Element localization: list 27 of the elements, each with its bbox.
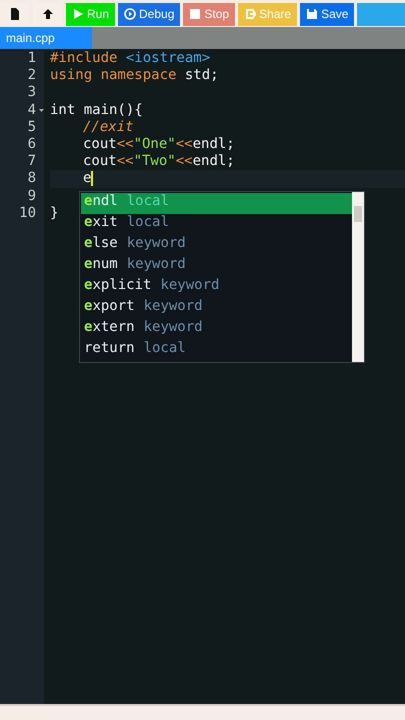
code-line: e bbox=[83, 170, 92, 188]
line-number: 7 bbox=[28, 153, 36, 170]
suggestion-item[interactable]: export keyword bbox=[81, 298, 352, 319]
line-number: 5 bbox=[28, 118, 36, 135]
suggestion-item[interactable]: return local bbox=[81, 340, 352, 361]
suggestion-item[interactable]: enum keyword bbox=[81, 256, 352, 277]
suggestion-item[interactable]: extern keyword bbox=[81, 319, 352, 340]
code-line: //exit bbox=[83, 118, 134, 136]
line-number: 9 bbox=[28, 188, 36, 204]
line-number: 6 bbox=[28, 136, 36, 152]
line-number: 4 bbox=[28, 102, 36, 118]
line-number: 2 bbox=[28, 67, 36, 84]
code-line: using namespace std; bbox=[50, 67, 219, 84]
line-number: 1 bbox=[28, 50, 36, 66]
suggestion-item[interactable]: else keyword bbox=[81, 235, 352, 256]
code-line: cout<<"Two"<<endl; bbox=[83, 153, 235, 170]
code-line: #include <iostream> bbox=[50, 50, 210, 68]
line-number: 8 bbox=[28, 170, 36, 186]
line-number: 10 bbox=[19, 204, 36, 221]
suggestion-item[interactable]: explicit keyword bbox=[81, 277, 352, 298]
save-button[interactable]: Save bbox=[300, 2, 354, 26]
suggestion-item[interactable]: exit local bbox=[81, 214, 352, 235]
code-line: cout<<"One"<<endl; bbox=[83, 136, 235, 154]
code-line: } bbox=[50, 204, 58, 222]
debug-button[interactable]: Debug bbox=[118, 2, 180, 26]
line-number: 3 bbox=[28, 84, 36, 100]
code-line: int main(){ bbox=[50, 102, 143, 119]
